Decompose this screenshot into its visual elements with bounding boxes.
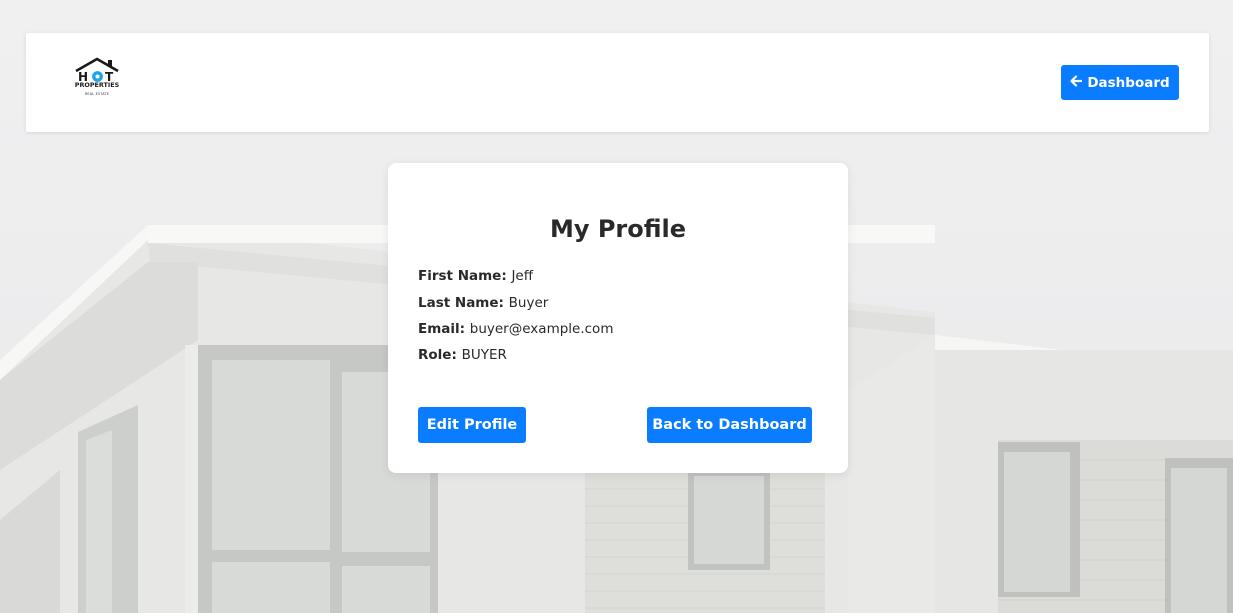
field-label: Last Name: xyxy=(418,295,509,311)
profile-card: My Profile First Name: Jeff Last Name: B… xyxy=(388,163,848,473)
field-value: Buyer xyxy=(508,295,549,311)
house-logo-icon: H T xyxy=(75,57,119,83)
field-label: Role: xyxy=(418,347,462,363)
field-value: Jeff xyxy=(511,268,534,284)
profile-field-email: Email: buyer@example.com xyxy=(418,321,613,337)
page-title: My Profile xyxy=(549,215,687,243)
back-to-dashboard-button[interactable]: Back to Dashboard xyxy=(647,407,812,443)
profile-field-first-name: First Name: Jeff xyxy=(418,268,533,284)
arrow-left-icon xyxy=(1070,74,1083,91)
logo-wordmark: PROPERTIES xyxy=(74,81,120,89)
logo-tagline: REAL ESTATE xyxy=(84,92,110,96)
dashboard-button-label: Dashboard xyxy=(1087,74,1170,91)
field-label: First Name: xyxy=(418,268,512,284)
edit-profile-button[interactable]: Edit Profile xyxy=(418,407,526,443)
dashboard-button[interactable]: Dashboard xyxy=(1061,65,1179,100)
top-header: H T PROPERTIES REAL ESTATE Dashboard xyxy=(26,33,1209,132)
field-label: Email: xyxy=(418,321,470,337)
field-value: buyer@example.com xyxy=(469,321,614,337)
profile-field-last-name: Last Name: Buyer xyxy=(418,295,548,311)
brand-logo[interactable]: H T PROPERTIES REAL ESTATE xyxy=(72,57,122,101)
field-value: BUYER xyxy=(461,347,507,363)
profile-field-role: Role: BUYER xyxy=(418,347,507,363)
